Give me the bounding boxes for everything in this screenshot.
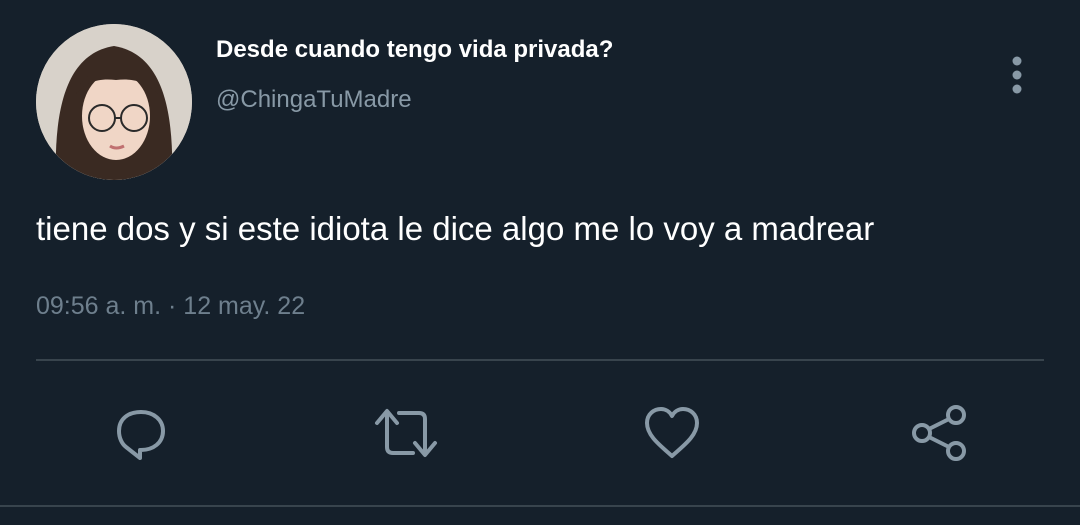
like-button[interactable] xyxy=(639,400,705,466)
reply-icon xyxy=(117,410,165,460)
tweet-text: tiene dos y si este idiota le dice algo … xyxy=(36,210,875,247)
tweet-card: Desde cuando tengo vida privada? @Chinga… xyxy=(0,0,1080,525)
more-options-button[interactable] xyxy=(996,52,1038,98)
retweet-button[interactable] xyxy=(373,400,439,466)
retweet-icon xyxy=(375,409,437,457)
reply-button[interactable] xyxy=(108,400,174,466)
bottom-divider xyxy=(0,505,1080,507)
tweet-timestamp[interactable]: 09:56 a. m. · 12 may. 22 xyxy=(36,292,305,321)
more-vertical-icon xyxy=(1012,56,1022,94)
divider xyxy=(36,359,1044,361)
user-handle[interactable]: @ChingaTuMadre xyxy=(216,86,412,114)
share-button[interactable] xyxy=(906,400,972,466)
avatar[interactable] xyxy=(36,24,192,180)
share-icon xyxy=(912,405,966,461)
heart-icon xyxy=(645,407,699,458)
avatar-image xyxy=(36,24,192,180)
display-name[interactable]: Desde cuando tengo vida privada? xyxy=(216,36,613,64)
